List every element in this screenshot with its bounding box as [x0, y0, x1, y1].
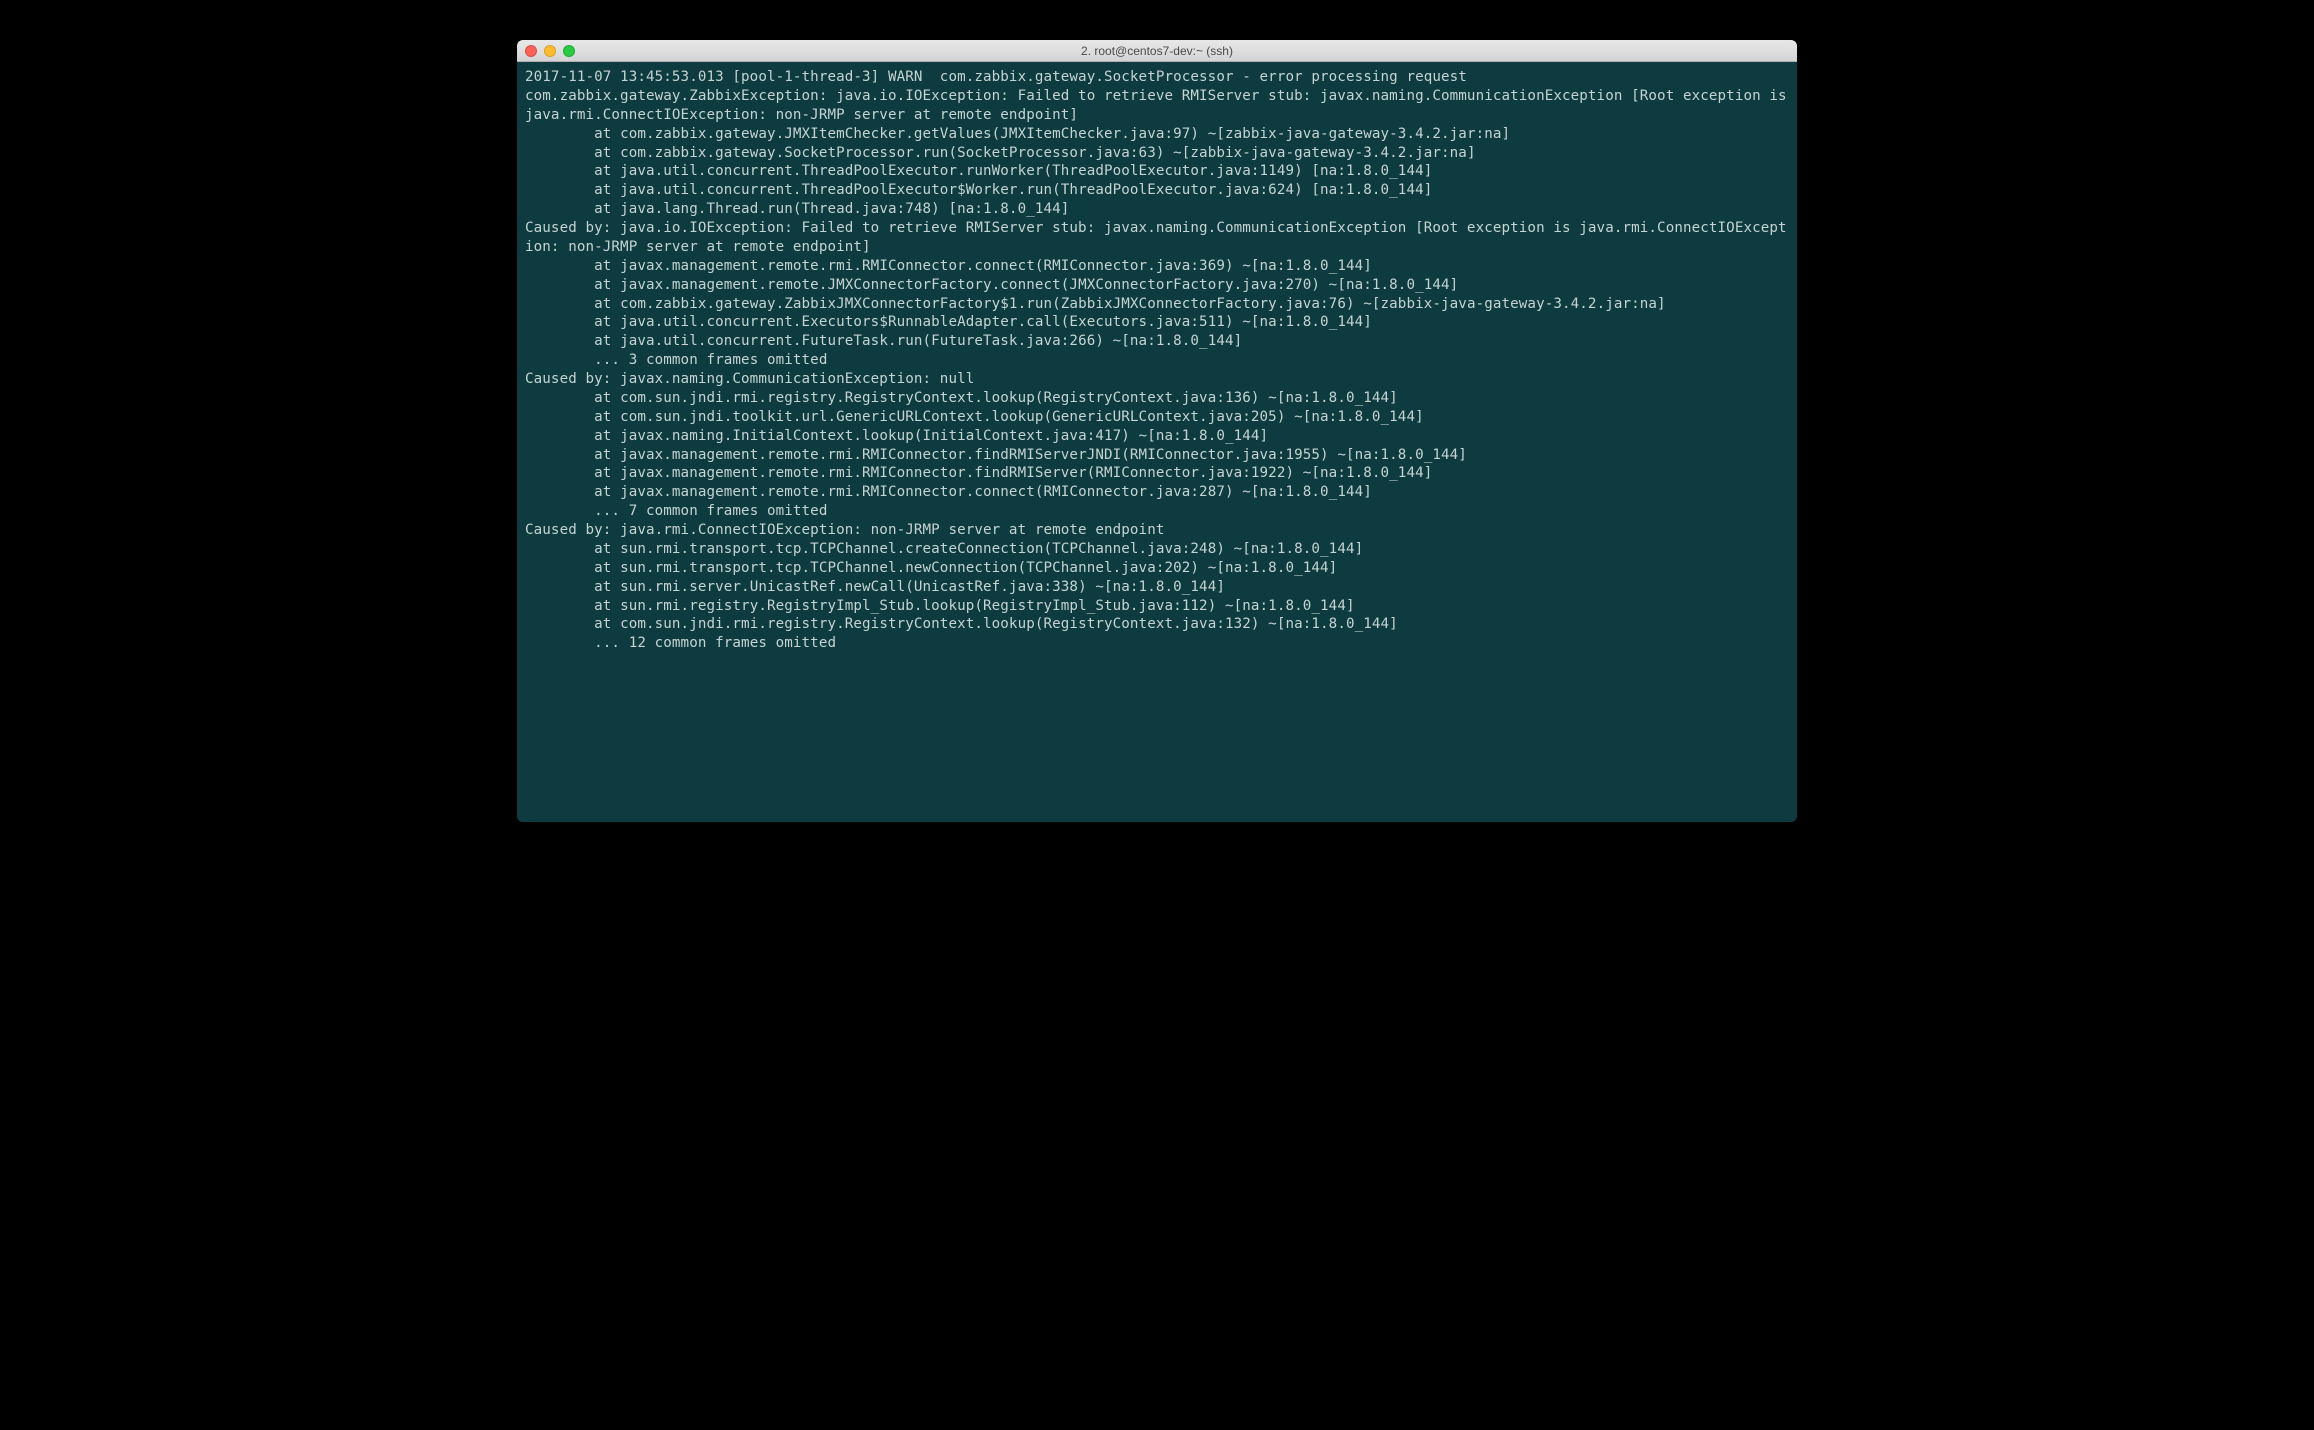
close-icon[interactable] — [525, 45, 537, 57]
minimize-icon[interactable] — [544, 45, 556, 57]
window-titlebar[interactable]: 2. root@centos7-dev:~ (ssh) — [517, 40, 1797, 62]
window-controls — [525, 45, 575, 57]
window-title: 2. root@centos7-dev:~ (ssh) — [1081, 44, 1233, 58]
maximize-icon[interactable] — [563, 45, 575, 57]
terminal-window: 2. root@centos7-dev:~ (ssh) 2017-11-07 1… — [517, 40, 1797, 822]
terminal-output[interactable]: 2017-11-07 13:45:53.013 [pool-1-thread-3… — [517, 62, 1797, 822]
